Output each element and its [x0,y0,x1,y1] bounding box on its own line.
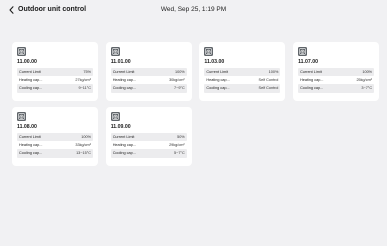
current-limit-row: Current Limit 50% [110,133,187,142]
unit-name: 11.09.00 [110,124,131,130]
row-value: 100% [174,70,185,74]
row-label: Heating cap... [206,78,230,83]
row-value: 33kg/cm² [75,143,91,148]
current-limit-row: Current Limit 100% [204,68,281,77]
row-label: Current Limit [112,135,135,139]
row-label: Cooling cap... [19,151,43,156]
outdoor-unit-icon [17,47,26,56]
row-value: 75% [83,70,91,74]
heating-cap-row: Heating cap... 30kg/cm² [111,76,187,84]
row-label: Cooling cap... [300,86,324,91]
unit-card[interactable]: 11.08.00 Current Limit 100% Heating cap..… [12,107,98,166]
row-value: 100% [81,135,91,139]
unit-name: 11.08.00 [17,124,37,130]
row-value: Self Control [258,78,279,83]
cooling-cap-row: Cooling cap... Self Control [204,84,281,93]
current-limit-row: Current Limit 100% [110,68,187,77]
row-value: 25kg/cm² [356,78,373,83]
row-label: Current Limit [112,70,135,74]
row-label: Current Limit [19,135,41,139]
current-limit-row: Current Limit 100% [298,68,375,77]
row-label: Heating cap... [300,78,324,83]
unit-name: 11.07.00 [298,59,318,65]
row-value: 27kg/cm² [75,78,91,83]
cooling-cap-row: Cooling cap... 7~9°C [110,84,187,93]
cooling-cap-row: Cooling cap... 9~11°C [17,84,93,93]
unit-name: 11.01.00 [110,59,131,65]
row-label: Current Limit [206,70,229,74]
cooling-cap-row: Cooling cap... 5~7°C [110,149,187,158]
heating-cap-row: Heating cap... 33kg/cm² [17,141,93,149]
row-label: Current Limit [300,70,322,74]
row-label: Cooling cap... [112,151,136,156]
unit-name: 11.03.00 [204,59,225,65]
heating-cap-row: Heating cap... 25kg/cm² [298,76,374,84]
unit-card[interactable]: 11.03.00 Current Limit 100% Heating cap..… [199,42,286,101]
unit-card[interactable]: 11.07.00 Current Limit 100% Heating cap..… [293,42,380,101]
outdoor-unit-icon [110,112,120,121]
outdoor-unit-icon [204,47,214,56]
row-value: 30kg/cm² [169,78,185,83]
cooling-cap-row: Cooling cap... 13~15°C [17,149,93,158]
row-value: 5~7°C [173,151,185,156]
row-label: Heating cap... [19,143,43,148]
row-value: 3~7°C [361,86,373,91]
current-limit-row: Current Limit 100% [17,133,93,142]
unit-name: 11.00.00 [17,59,37,65]
cooling-cap-row: Cooling cap... 3~7°C [298,84,375,93]
unit-card[interactable]: 11.09.00 Current Limit 50% Heating cap...… [105,107,192,166]
outdoor-unit-icon [110,47,120,56]
unit-card[interactable]: 11.01.00 Current Limit 100% Heating cap..… [105,42,192,101]
heating-cap-row: Heating cap... 27kg/cm² [17,76,93,84]
row-label: Cooling cap... [112,86,136,91]
row-value: 100% [362,70,373,74]
row-label: Heating cap... [112,143,137,148]
header-bar: Outdoor unit control Wed, Sep 25, 1:19 P… [0,0,387,20]
row-label: Heating cap... [112,78,137,83]
row-value: 50% [177,135,185,139]
heating-cap-row: Heating cap... 29kg/cm² [111,141,187,149]
row-value: 29kg/cm² [169,143,185,148]
current-limit-row: Current Limit 75% [17,68,93,77]
heating-cap-row: Heating cap... Self Control [204,76,280,84]
row-value: 9~11°C [78,86,91,91]
row-label: Heating cap... [19,78,43,83]
row-value: 13~15°C [76,151,91,156]
row-label: Cooling cap... [19,86,43,91]
row-value: 100% [268,70,279,74]
unit-card[interactable]: 11.00.00 Current Limit 75% Heating cap...… [12,42,98,101]
outdoor-unit-icon [298,47,308,56]
row-value: Self Control [258,86,279,91]
row-value: 7~9°C [173,86,185,91]
unit-grid: 11.00.00 Current Limit 75% Heating cap...… [12,42,380,166]
date-time: Wed, Sep 25, 1:19 PM [160,6,227,13]
row-label: Current Limit [19,70,41,74]
row-label: Cooling cap... [206,86,230,91]
outdoor-unit-icon [17,112,26,121]
